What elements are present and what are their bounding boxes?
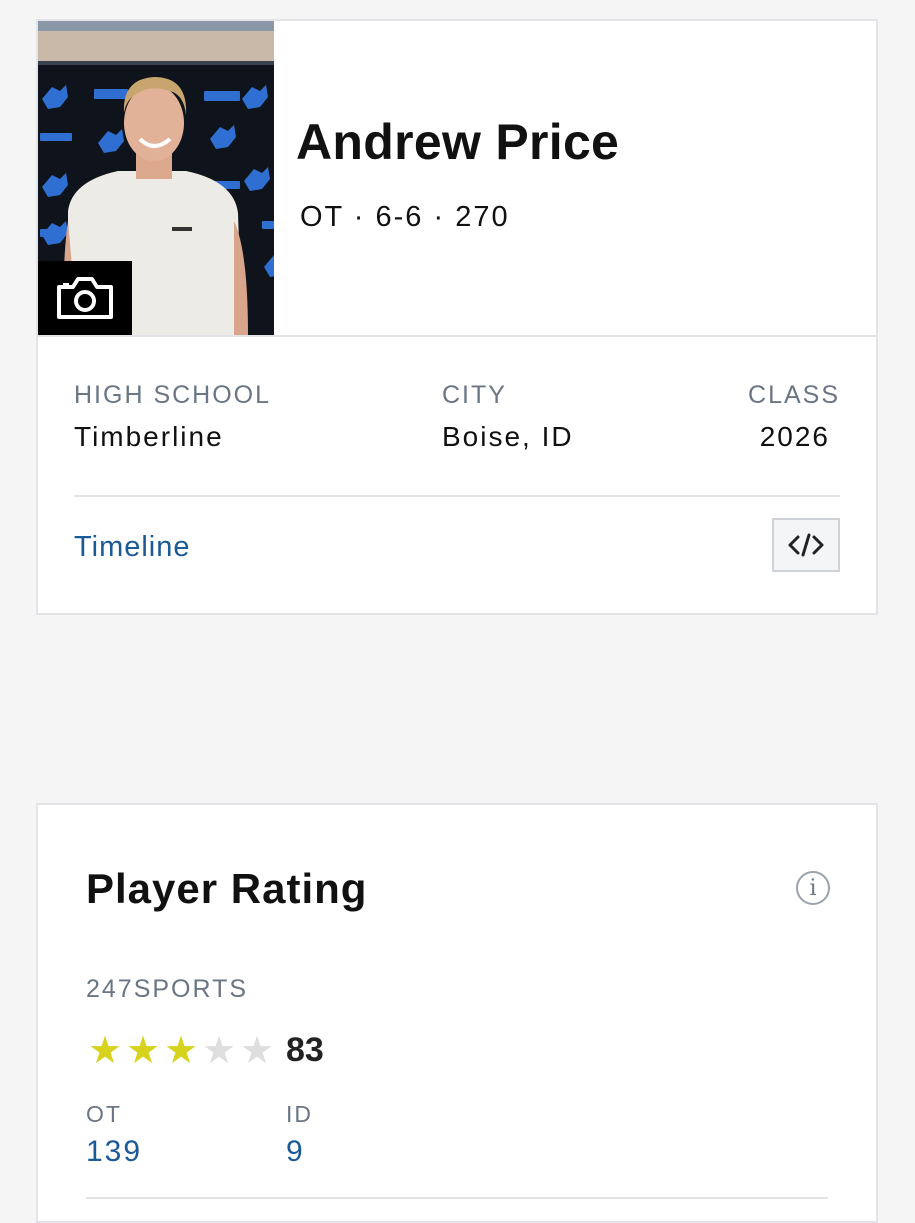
camera-icon <box>57 277 113 319</box>
code-embed-icon <box>788 533 824 557</box>
player-rating-card: Player Rating i 247SPORTS ★ ★ ★ ★ ★ 83 OT 13… <box>36 803 878 1223</box>
star-icon: ★ <box>163 1030 199 1072</box>
star-icon: ★ <box>239 1030 275 1072</box>
high-school-label: HIGH SCHOOL <box>74 381 272 409</box>
class-value: 2026 <box>759 421 830 452</box>
star-icon: ★ <box>125 1030 161 1072</box>
state-rank-label: ID <box>286 1101 313 1127</box>
timeline-link[interactable]: Timeline <box>74 531 191 564</box>
player-photo[interactable] <box>38 21 274 335</box>
divider <box>38 335 876 337</box>
player-name: Andrew Price <box>296 114 620 170</box>
position-rank-label: OT <box>86 1101 122 1127</box>
player-vitals: OT · 6-6 · 270 <box>300 201 510 233</box>
state-rank-value[interactable]: 9 <box>286 1135 305 1169</box>
rating-source-label: 247SPORTS <box>86 975 249 1003</box>
player-rating-title: Player Rating <box>86 865 368 912</box>
star-icon: ★ <box>87 1030 123 1072</box>
embed-code-button[interactable] <box>772 518 840 572</box>
info-icon[interactable]: i <box>796 871 830 905</box>
divider <box>74 495 840 497</box>
city-label: CITY <box>442 381 507 409</box>
player-profile-card: Andrew Price OT · 6-6 · 270 HIGH SCHOOL … <box>36 19 878 615</box>
high-school-value: Timberline <box>74 421 224 452</box>
city-value: Boise, ID <box>442 421 574 452</box>
camera-button[interactable] <box>38 261 132 335</box>
rating-score: 83 <box>286 1031 324 1069</box>
star-icon: ★ <box>201 1030 237 1072</box>
star-rating: ★ ★ ★ ★ ★ <box>86 1031 276 1071</box>
divider <box>86 1197 828 1199</box>
position-rank-value[interactable]: 139 <box>86 1135 142 1169</box>
class-label: CLASS <box>748 381 840 409</box>
